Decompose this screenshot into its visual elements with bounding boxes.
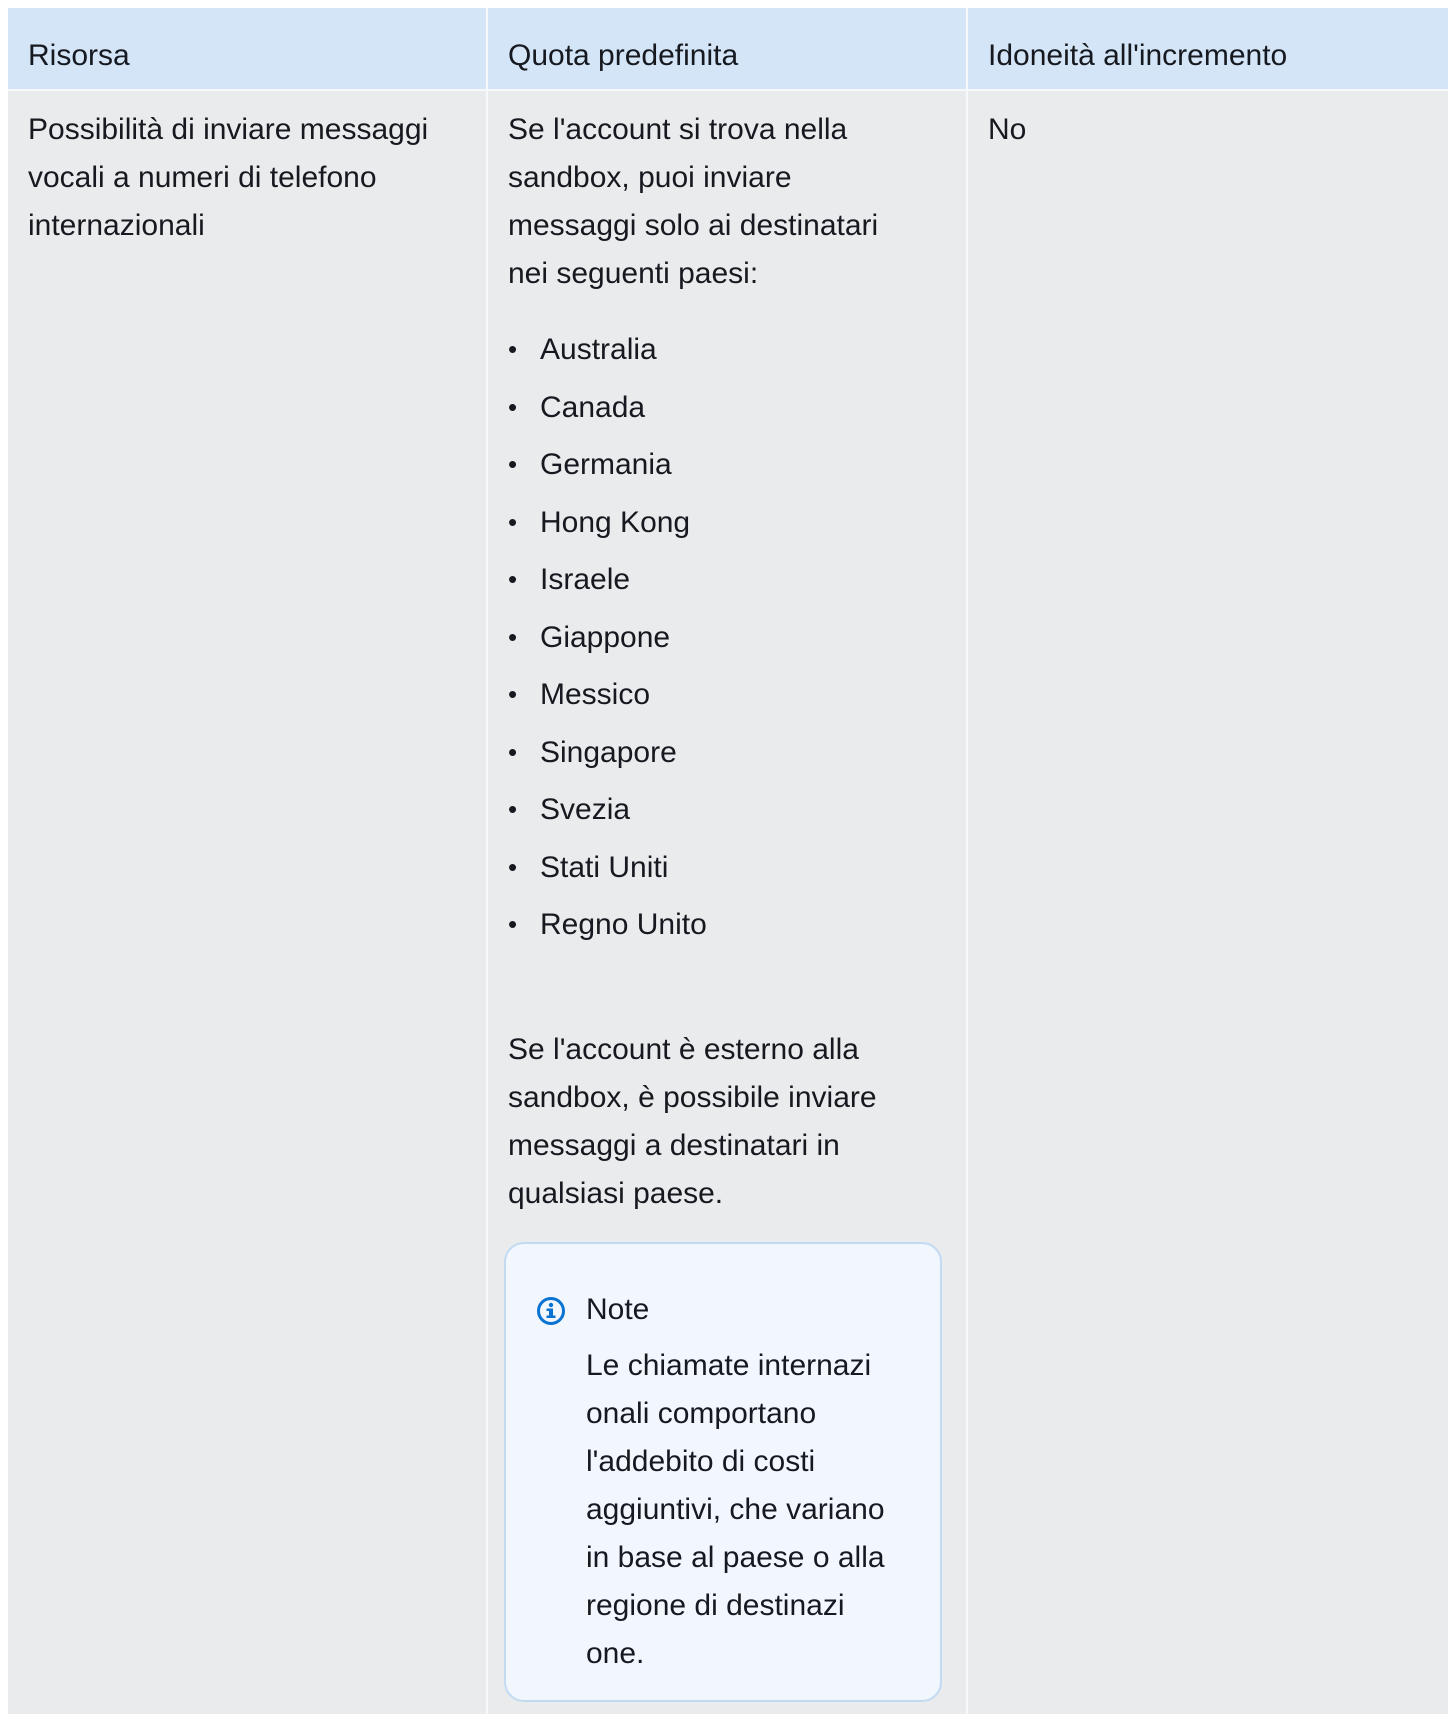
eligibility-value: No (988, 113, 1027, 146)
country-list-item: • Australia (508, 333, 657, 366)
country-list-item: • Giappone (508, 620, 671, 654)
note-body-line: l'addebito di costi (586, 1445, 816, 1478)
note-body-line: Le chiamate internazi (586, 1349, 872, 1382)
info-icon (536, 1296, 566, 1326)
note-body: Le chiamate internazi onali comportano l… (586, 1342, 916, 1678)
quota-table: Risorsa Quota predefinita Idoneità all'i… (8, 8, 1448, 1714)
quota-intro-line: messaggi solo ai destinatari (508, 209, 879, 242)
quota-outro-line: Se l'account è esterno alla (508, 1032, 859, 1066)
quota-outro-paragraph: Se l'account è esterno alla sandbox, è p… (508, 1026, 948, 1218)
note-body-line: regione di destinazi (586, 1589, 845, 1622)
country-list-item: • Svezia (508, 793, 631, 826)
country-list: • Australia • Canada • Germania • Hong Kong … (508, 321, 948, 954)
resource-line: internazionali (28, 209, 205, 242)
note-body-line: onali comportano (586, 1397, 817, 1430)
header-quota-predefinita: Quota predefinita (508, 39, 739, 72)
cell-default-quota: Se l'account si trova nella sandbox, puo… (508, 106, 948, 1218)
note-title: Note (586, 1293, 650, 1326)
note-body-line: in base al paese o alla (586, 1541, 885, 1574)
country-list-item: • Hong Kong (508, 505, 691, 539)
header-idoneita-incremento: Idoneità all'incremento (988, 39, 1288, 72)
cell-resource: Possibilità di inviare messaggi vocali a… (28, 106, 478, 250)
note-body-line: one. (586, 1637, 645, 1670)
quota-intro-line: nei seguenti paesi: (508, 257, 759, 290)
header-risorsa: Risorsa (28, 39, 130, 72)
note-box: Note Le chiamate internazi onali comport… (504, 1242, 942, 1702)
resource-line: vocali a numeri di telefono (28, 161, 377, 194)
column-divider (966, 8, 968, 1714)
note-body-line: aggiuntivi, che variano (586, 1493, 885, 1526)
country-list-item: • Regno Unito (508, 908, 707, 941)
country-list-item: • Germania (508, 448, 672, 481)
country-list-item: • Messico (508, 678, 651, 711)
country-list-item: • Stati Uniti (508, 850, 669, 884)
quota-outro-line: messaggi a destinatari in (508, 1128, 840, 1162)
country-list-item: • Israele (508, 563, 631, 596)
quota-intro-paragraph: Se l'account si trova nella sandbox, puo… (508, 106, 948, 298)
quota-outro-line: sandbox, è possibile inviare (508, 1080, 877, 1114)
row-divider (8, 89, 1448, 91)
country-list-item: • Canada (508, 390, 646, 424)
cell-eligibility: No (988, 106, 1428, 154)
resource-line: Possibilità di inviare messaggi (28, 113, 429, 146)
quota-intro-line: Se l'account si trova nella (508, 113, 848, 146)
column-divider (486, 8, 488, 1714)
quota-intro-line: sandbox, puoi inviare (508, 161, 792, 194)
quota-outro-line: qualsiasi paese. (508, 1176, 724, 1210)
table-header-row: Risorsa Quota predefinita Idoneità all'i… (8, 8, 1448, 90)
country-list-item: • Singapore (508, 735, 677, 769)
